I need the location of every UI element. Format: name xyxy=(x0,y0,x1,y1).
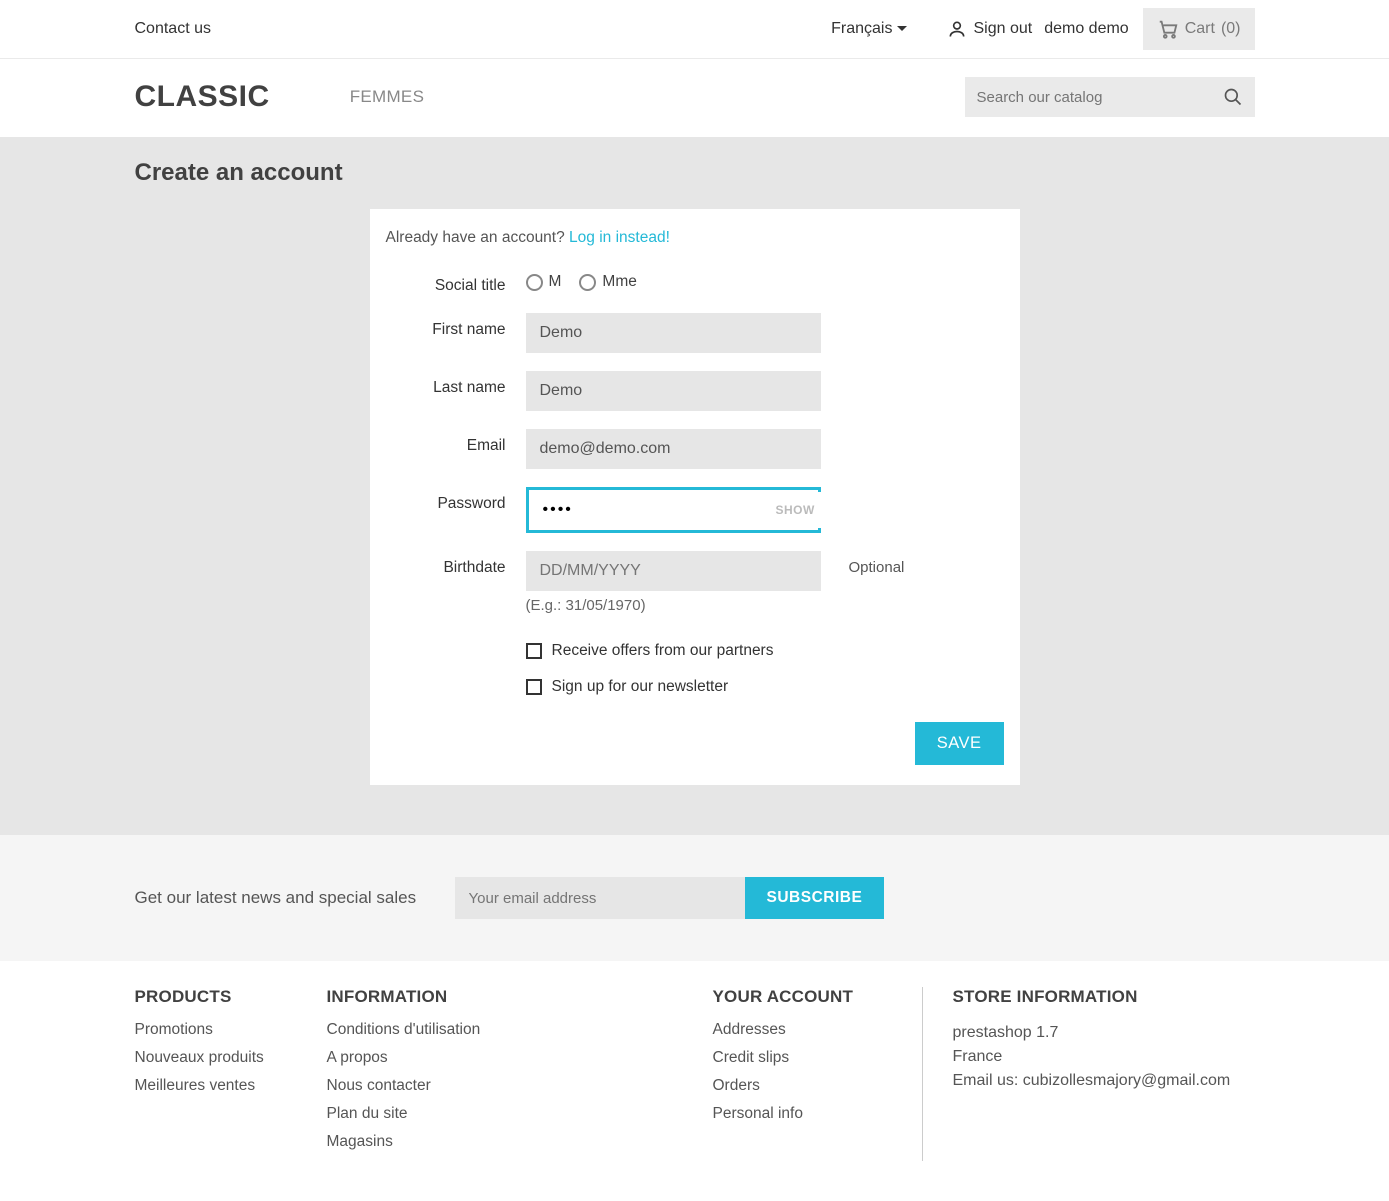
label-last-name: Last name xyxy=(386,371,526,397)
login-instead-link[interactable]: Log in instead! xyxy=(569,229,670,246)
nav-femmes[interactable]: FEMMES xyxy=(350,87,425,107)
footer-store-title: STORE INFORMATION xyxy=(953,987,1231,1007)
checkbox-offers[interactable]: Receive offers from our partners xyxy=(526,642,774,660)
contact-us-link[interactable]: Contact us xyxy=(135,20,211,38)
footer-link[interactable]: Personal info xyxy=(713,1105,803,1122)
search-box[interactable] xyxy=(965,77,1255,117)
footer-link[interactable]: A propos xyxy=(327,1049,388,1066)
save-button[interactable]: SAVE xyxy=(915,722,1004,765)
footer-link[interactable]: Promotions xyxy=(135,1021,213,1038)
footer-link[interactable]: Conditions d'utilisation xyxy=(327,1021,481,1038)
birthdate-hint: (E.g.: 31/05/1970) xyxy=(526,597,821,614)
store-country: France xyxy=(953,1045,1231,1069)
page-title: Create an account xyxy=(135,159,1255,187)
search-icon[interactable] xyxy=(1223,87,1243,107)
cart-button[interactable]: Cart (0) xyxy=(1143,8,1255,50)
store-name: prestashop 1.7 xyxy=(953,1021,1231,1045)
radio-m[interactable]: M xyxy=(526,273,562,291)
checkbox-icon xyxy=(526,643,542,659)
chevron-down-icon xyxy=(897,26,907,32)
store-email-label: Email us: xyxy=(953,1072,1023,1089)
birthdate-input[interactable] xyxy=(526,551,821,591)
footer-link[interactable]: Meilleures ventes xyxy=(135,1077,256,1094)
person-icon xyxy=(947,19,967,39)
footer-link[interactable]: Magasins xyxy=(327,1133,393,1150)
checkbox-newsletter[interactable]: Sign up for our newsletter xyxy=(526,678,774,696)
footer-link[interactable]: Credit slips xyxy=(713,1049,790,1066)
show-password-button[interactable]: SHOW xyxy=(762,492,829,528)
footer-link[interactable]: Addresses xyxy=(713,1021,786,1038)
subscribe-button[interactable]: SUBSCRIBE xyxy=(745,877,885,919)
label-first-name: First name xyxy=(386,313,526,339)
radio-mme[interactable]: Mme xyxy=(579,273,636,291)
radio-icon xyxy=(579,274,596,291)
label-social-title: Social title xyxy=(386,269,526,295)
footer-link[interactable]: Plan du site xyxy=(327,1105,408,1122)
footer-information-title: INFORMATION xyxy=(327,987,713,1007)
newsletter-email-input[interactable] xyxy=(455,877,745,919)
cart-count: (0) xyxy=(1221,20,1241,38)
cart-label: Cart xyxy=(1185,20,1215,38)
footer-link[interactable]: Nous contacter xyxy=(327,1077,431,1094)
already-text: Already have an account? xyxy=(386,229,570,246)
footer-account-title: YOUR ACCOUNT xyxy=(713,987,892,1007)
logo[interactable]: CLASSIC xyxy=(135,80,270,114)
last-name-input[interactable] xyxy=(526,371,821,411)
email-input[interactable] xyxy=(526,429,821,469)
optional-label: Optional xyxy=(821,551,905,576)
footer-link[interactable]: Nouveaux produits xyxy=(135,1049,264,1066)
label-email: Email xyxy=(386,429,526,455)
checkbox-icon xyxy=(526,679,542,695)
radio-icon xyxy=(526,274,543,291)
top-bar: Contact us Français Sign out demo demo C… xyxy=(0,0,1389,59)
cart-icon xyxy=(1157,18,1179,40)
label-birthdate: Birthdate xyxy=(386,551,526,577)
newsletter-label: Get our latest news and special sales xyxy=(135,888,455,908)
label-password: Password xyxy=(386,487,526,513)
newsletter-section: Get our latest news and special sales SU… xyxy=(0,835,1389,961)
store-email-link[interactable]: cubizollesmajory@gmail.com xyxy=(1023,1072,1230,1089)
password-input[interactable] xyxy=(531,492,762,528)
language-selector[interactable]: Français xyxy=(831,20,907,38)
footer-products-title: PRODUCTS xyxy=(135,987,327,1007)
first-name-input[interactable] xyxy=(526,313,821,353)
search-input[interactable] xyxy=(977,89,1223,106)
language-label: Français xyxy=(831,20,892,38)
main-header: CLASSIC FEMMES xyxy=(0,59,1389,137)
footer-link[interactable]: Orders xyxy=(713,1077,760,1094)
username-link[interactable]: demo demo xyxy=(1044,20,1129,38)
sign-out-link[interactable]: Sign out xyxy=(973,20,1032,38)
footer: PRODUCTS Promotions Nouveaux produits Me… xyxy=(0,961,1389,1201)
form-card: Already have an account? Log in instead!… xyxy=(370,209,1020,785)
